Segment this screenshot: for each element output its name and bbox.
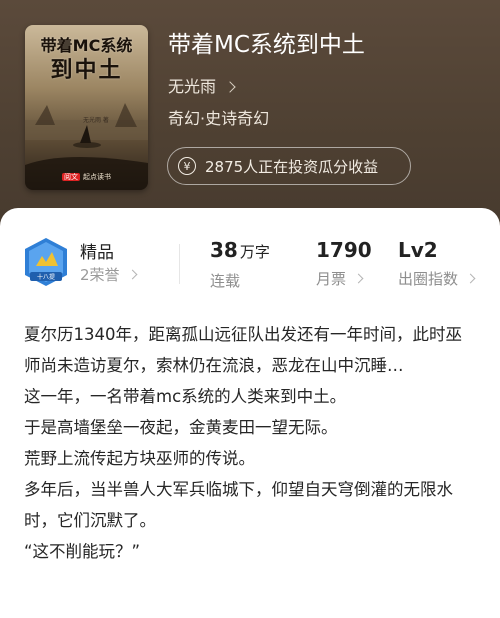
book-info-card: 十八提 精品 2荣誉 38 万字 连载 1790 月票 Lv2 出圈指数 夏尔历1…: [0, 208, 500, 618]
yen-icon: ¥: [178, 157, 196, 175]
brand-label: 起点读书: [83, 173, 111, 181]
description-paragraph: 这一年，一名带着mc系统的人类来到中土。: [24, 387, 347, 406]
cover-title: 带着MC系统 到中土: [25, 35, 148, 85]
stat-word-count: 38 万字 连载: [210, 238, 270, 291]
stat-label: 出圈指数: [398, 270, 459, 288]
book-description[interactable]: 夏尔历1340年，距离孤山远征队出发还有一年时间，此时巫师尚未造访夏尔，索林仍在…: [24, 319, 476, 567]
invest-button[interactable]: ¥ 2875人正在投资瓜分收益: [167, 147, 411, 185]
stat-value: 1790: [316, 238, 372, 262]
stat-label: 连载: [210, 272, 241, 290]
brand-tag: 阅文: [62, 173, 80, 181]
chevron-right-icon: [127, 269, 137, 280]
cover-brand: 阅文 起点读书: [25, 172, 148, 182]
honor-badge-icon[interactable]: 十八提: [22, 236, 70, 288]
chevron-right-icon: [224, 81, 236, 93]
stat-value: Lv2: [398, 238, 438, 262]
description-paragraph: 荒野上流传起方块巫师的传说。: [24, 449, 255, 468]
cover-title-line1: 带着MC系统: [40, 36, 133, 55]
author-name: 无光雨: [168, 77, 217, 96]
honor-badge-text: 十八提: [37, 273, 55, 281]
description-paragraph: “这不削能玩？”: [24, 542, 141, 561]
description-paragraph: 多年后，当半兽人大军兵临城下，仰望自天穹倒灌的无限水时，它们沉默了。: [24, 480, 453, 530]
stat-unit: 万字: [239, 243, 270, 261]
author-link[interactable]: 无光雨: [168, 76, 236, 98]
chevron-right-icon: [465, 273, 476, 284]
invest-label: 2875人正在投资瓜分收益: [205, 157, 379, 176]
honor-count: 2荣誉: [80, 266, 120, 284]
description-paragraph: 夏尔历1340年，距离孤山远征队出发还有一年时间，此时巫师尚未造访夏尔，索林仍在…: [24, 325, 462, 375]
stat-label: 月票: [316, 270, 347, 288]
book-cover[interactable]: 带着MC系统 到中土 无光雨 著 阅文 起点读书: [25, 25, 148, 190]
honor-title: 精品: [80, 243, 114, 263]
divider: [179, 244, 180, 284]
honor-count-link[interactable]: 2荣誉: [80, 264, 137, 285]
book-title: 带着MC系统到中土: [168, 32, 365, 58]
stat-monthly-tickets[interactable]: 1790 月票: [316, 238, 372, 289]
book-header: 带着MC系统 到中土 无光雨 著 阅文 起点读书 带着MC系统到中土 无光雨 奇幻…: [0, 0, 500, 232]
stat-value: 38: [210, 238, 238, 262]
cover-author: 无光雨 著: [83, 117, 109, 124]
cover-title-line2: 到中土: [50, 58, 123, 83]
description-paragraph: 于是高墙堡垒一夜起，金黄麦田一望无际。: [24, 418, 338, 437]
stat-influence-index[interactable]: Lv2 出圈指数: [398, 238, 476, 289]
chevron-right-icon: [353, 273, 364, 284]
book-genre[interactable]: 奇幻·史诗奇幻: [168, 108, 269, 130]
